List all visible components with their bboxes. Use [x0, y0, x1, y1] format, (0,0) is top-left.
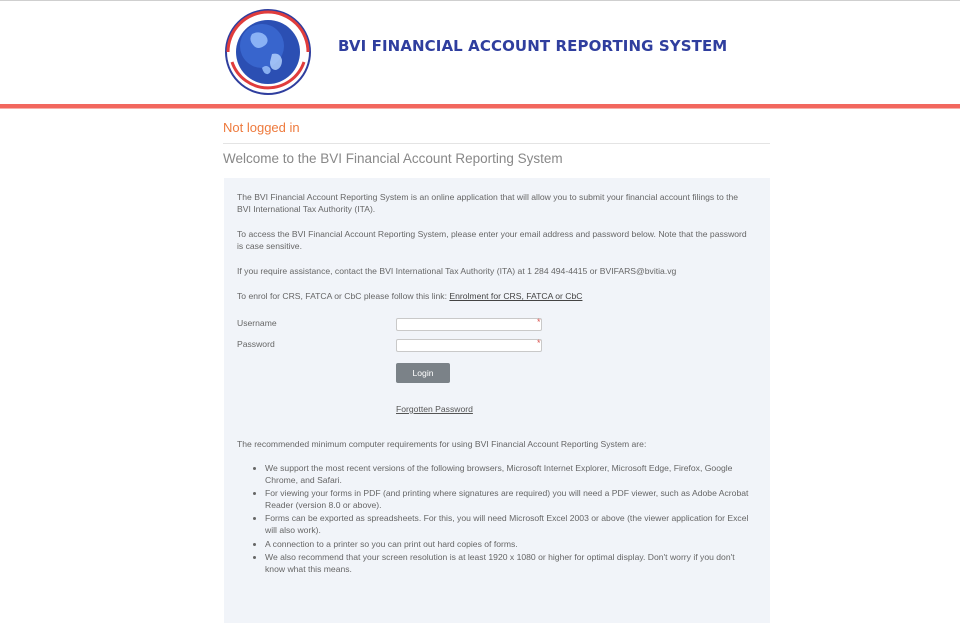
list-item: A connection to a printer so you can pri… [265, 539, 757, 551]
top-border [0, 0, 960, 1]
requirements-list: We support the most recent versions of t… [237, 463, 757, 577]
access-paragraph: To access the BVI Financial Account Repo… [237, 229, 747, 251]
page-title: Welcome to the BVI Financial Account Rep… [223, 151, 563, 166]
assistance-paragraph: If you require assistance, contact the B… [237, 266, 677, 276]
globe-seal-icon[interactable] [222, 8, 314, 96]
login-panel: The BVI Financial Account Reporting Syst… [224, 178, 770, 623]
header-accent-rule-shadow [0, 108, 960, 109]
username-label: Username [237, 318, 277, 328]
intro-paragraph: The BVI Financial Account Reporting Syst… [237, 192, 739, 214]
enrol-paragraph: To enrol for CRS, FATCA or CbC please fo… [237, 291, 752, 303]
enrol-text: To enrol for CRS, FATCA or CbC please fo… [237, 291, 450, 301]
password-label: Password [237, 339, 275, 349]
username-required-marker: * [537, 317, 541, 327]
password-required-marker: * [537, 338, 541, 348]
username-input[interactable] [396, 318, 542, 331]
list-item: We also recommend that your screen resol… [265, 552, 757, 576]
page-header: BVI FINANCIAL ACCOUNT REPORTING SYSTEM [0, 0, 960, 104]
requirements-intro: The recommended minimum computer require… [237, 439, 647, 449]
list-item: Forms can be exported as spreadsheets. F… [265, 513, 757, 537]
list-item: We support the most recent versions of t… [265, 463, 757, 487]
password-input[interactable] [396, 339, 542, 352]
enrolment-link[interactable]: Enrolment for CRS, FATCA or CbC [449, 291, 582, 301]
login-status: Not logged in [223, 120, 300, 135]
status-divider [223, 143, 770, 144]
login-button[interactable]: Login [396, 363, 450, 383]
list-item: For viewing your forms in PDF (and print… [265, 488, 757, 512]
forgotten-password-link[interactable]: Forgotten Password [396, 404, 473, 414]
site-title: BVI FINANCIAL ACCOUNT REPORTING SYSTEM [338, 37, 728, 55]
